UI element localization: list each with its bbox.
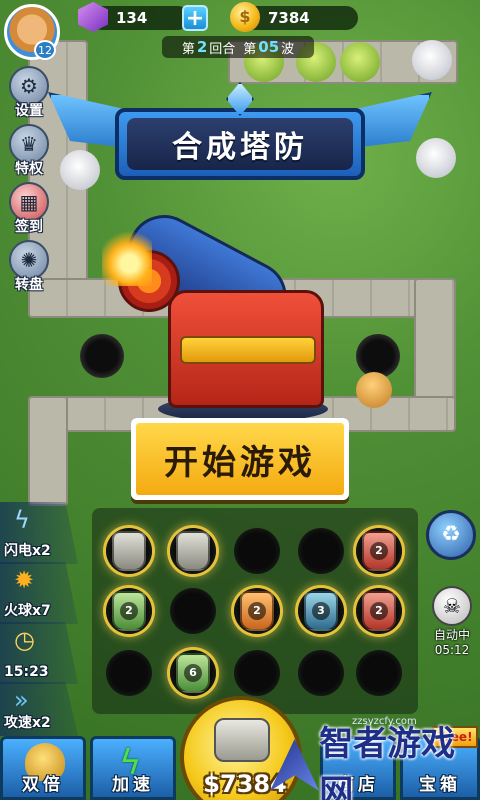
grid-slot-empty[interactable] — [170, 588, 216, 634]
fireball-icon: ✹ — [14, 566, 35, 594]
recycle-button[interactable]: ♻ — [426, 510, 476, 560]
flame-icon — [102, 230, 152, 286]
coin-counter: 7384 — [244, 6, 358, 30]
wave-prefix: 第 — [243, 41, 257, 57]
enemy-ghost — [60, 150, 100, 190]
round-prefix: 第 — [181, 41, 195, 57]
grid-slot-tower[interactable] — [170, 528, 216, 574]
clock-icon: ◷ — [14, 626, 35, 654]
auto-label: 自动中 — [433, 628, 470, 642]
lightning-icon: ϟ — [14, 506, 30, 534]
tower-level: 2 — [248, 602, 266, 620]
checkin-label: 签到 — [15, 219, 43, 235]
wheel-label: 转盘 — [15, 277, 43, 293]
settings-button[interactable]: ⚙ 设置 — [6, 66, 52, 126]
skull-icon: ☠ — [432, 586, 472, 626]
wheel-button[interactable]: ✺ 转盘 — [6, 240, 52, 300]
speedup-label: 加速 — [112, 775, 154, 795]
blue-tower-icon: 3 — [304, 591, 338, 631]
grid-slot-empty[interactable] — [234, 650, 280, 696]
enemy-mushroom — [356, 372, 392, 408]
coin-count: 7384 — [268, 9, 310, 27]
double-button[interactable]: 双倍 — [0, 736, 86, 800]
wave-indicator: 第 2 回合 第 05 波 — [162, 36, 314, 58]
skill-timer-label: 15:23 — [4, 664, 49, 680]
settings-label: 设置 — [15, 103, 43, 119]
enemy-ghost — [412, 40, 452, 80]
privilege-label: 特权 — [15, 161, 43, 177]
grid-slot-tower[interactable]: 2 — [356, 528, 402, 574]
start-game-button[interactable]: 开始游戏 — [131, 418, 349, 500]
player-level-badge: 12 — [34, 40, 56, 60]
tower-level: 6 — [184, 664, 202, 682]
coin-icon: $ — [230, 2, 260, 32]
title-banner: 合成塔防 — [115, 108, 365, 180]
game-title: 合成塔防 — [127, 118, 353, 170]
orange-tower-icon: 2 — [240, 591, 274, 631]
tower-slot-hole[interactable] — [80, 334, 124, 378]
enemy-ghost — [416, 138, 456, 178]
grid-slot-empty[interactable] — [356, 650, 402, 696]
red-tower-icon: 2 — [362, 531, 396, 571]
tower-level: 2 — [370, 602, 388, 620]
add-gems-button[interactable]: + — [182, 5, 208, 31]
skill-fireball-label: 火球x7 — [4, 603, 51, 619]
watermark-logo-icon — [270, 739, 320, 791]
cannon-band — [180, 336, 316, 364]
watermark: 智者游戏网 — [270, 724, 480, 800]
grid-slot-empty[interactable] — [106, 650, 152, 696]
gem-count: 134 — [116, 9, 148, 27]
tower-level: 2 — [120, 602, 138, 620]
enemy-slime — [340, 42, 380, 82]
round-number: 2 — [196, 38, 208, 56]
checkin-button[interactable]: ▦ 签到 — [6, 182, 52, 242]
grid-slot-tower[interactable]: 6 — [170, 650, 216, 696]
skill-timer[interactable]: ◷ 15:23 — [0, 622, 78, 684]
start-game-label: 开始游戏 — [136, 423, 344, 495]
recycle-icon: ♻ — [441, 522, 461, 547]
red-tower-icon: 2 — [362, 591, 396, 631]
game-screen: 12 134 + 7384 $ 第 2 回合 第 05 波 ⚙ 设置 ♛ 特权 … — [0, 0, 480, 800]
grid-slot-empty[interactable] — [298, 528, 344, 574]
tower-slot-hole[interactable] — [356, 334, 400, 378]
skill-lightning-label: 闪电x2 — [4, 543, 51, 559]
skill-attack-speed-label: 攻速x2 — [4, 715, 51, 731]
grid-slot-empty[interactable] — [298, 650, 344, 696]
grid-slot-tower[interactable]: 3 — [298, 588, 344, 634]
tower-level: 2 — [370, 542, 388, 560]
speedup-button[interactable]: ϟ 加速 — [90, 736, 176, 800]
double-label: 双倍 — [22, 775, 64, 795]
auto-merge-button[interactable]: ☠ 自动中 05:12 — [428, 586, 476, 657]
skill-attack-speed[interactable]: » 攻速x2 — [0, 682, 78, 736]
cannon-icon — [214, 718, 270, 762]
grid-slot-tower[interactable]: 2 — [356, 588, 402, 634]
grid-slot-tower[interactable] — [106, 528, 152, 574]
skill-fireball[interactable]: ✹ 火球x7 — [0, 562, 78, 624]
green-tower-icon: 6 — [176, 653, 210, 693]
grid-slot-tower[interactable]: 2 — [234, 588, 280, 634]
tower-level: 3 — [312, 602, 330, 620]
grid-slot-tower[interactable]: 2 — [106, 588, 152, 634]
watermark-text: 智者游戏网 — [319, 724, 456, 800]
cannon-tower-icon — [112, 531, 146, 571]
skill-lightning[interactable]: ϟ 闪电x2 — [0, 502, 78, 564]
speed-icon: » — [14, 686, 29, 714]
green-tower-icon: 2 — [112, 591, 146, 631]
wave-number: 05 — [258, 38, 280, 56]
grid-slot-empty[interactable] — [234, 528, 280, 574]
wave-label: 波 — [281, 41, 295, 57]
round-label: 回合 — [209, 41, 236, 57]
cannon-tower-icon — [176, 531, 210, 571]
merge-grid: 2 2 2 3 2 6 — [92, 508, 418, 714]
stone-path — [28, 396, 68, 506]
privilege-button[interactable]: ♛ 特权 — [6, 124, 52, 184]
auto-timer: 05:12 — [434, 643, 470, 657]
